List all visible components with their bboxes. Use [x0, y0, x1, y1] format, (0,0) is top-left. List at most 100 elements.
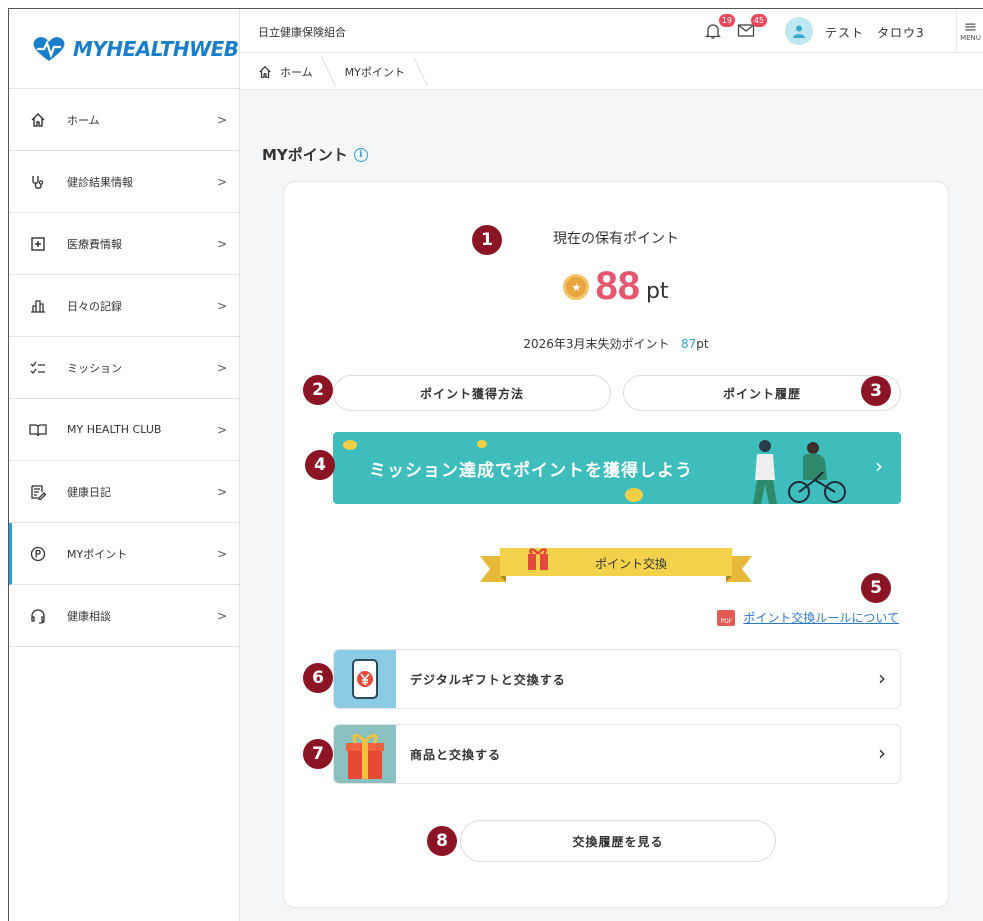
sidebar-item-health-diary[interactable]: 健康日記 > [9, 461, 239, 523]
chevron-right-icon: > [216, 484, 227, 499]
marker-8: 8 [427, 826, 457, 856]
chevron-right-icon: › [878, 666, 886, 690]
points-unit: pt [645, 279, 669, 304]
medical-plus-icon [29, 235, 47, 253]
exchange-rules-link[interactable]: PDF ポイント交換ルールについて [717, 609, 899, 626]
notification-badge: 19 [718, 14, 735, 27]
sidebar-item-label: MYポイント [67, 547, 128, 561]
heart-logo-icon [33, 36, 65, 61]
people-illustration-icon [753, 440, 846, 504]
sidebar-item-label: 健康日記 [67, 485, 111, 499]
sidebar-item-consultation[interactable]: 健康相談 > [9, 585, 239, 647]
logo-text: MYHEALTHWEB [73, 36, 239, 61]
points-value: 88 [595, 264, 640, 308]
sidebar-item-label: 日々の記録 [67, 299, 122, 313]
point-history-button[interactable]: ポイント履歴 [623, 375, 901, 411]
chevron-right-icon: > [216, 422, 227, 437]
coin-decoration-icon [477, 440, 487, 448]
exchange-history-label: 交換履歴を見る [572, 834, 664, 849]
expiry-points: 2026年3月末失効ポイント 87pt [284, 335, 948, 352]
diary-icon [29, 483, 47, 501]
bar-chart-icon [29, 297, 47, 315]
marker-6: 6 [303, 663, 333, 693]
product-exchange-label: 商品と交換する [410, 747, 502, 762]
sidebar-item-medical-cost[interactable]: 医療費情報 > [9, 213, 239, 275]
chevron-right-icon: > [216, 360, 227, 375]
sidebar-item-label: ホーム [67, 113, 100, 127]
sidebar-item-label: 医療費情報 [67, 237, 122, 251]
sidebar-item-daily-record[interactable]: 日々の記録 > [9, 275, 239, 337]
chevron-right-icon: › [875, 454, 883, 478]
exchange-ribbon: ポイント交換 [480, 542, 752, 586]
coin-decoration-icon [343, 440, 357, 450]
user-name[interactable]: テスト タロウ3 [825, 24, 925, 41]
digital-gift-label: デジタルギフトと交換する [410, 672, 566, 687]
app-frame: MYHEALTHWEB ホーム > 健診結果情報 > 医療費情報 > 日々の記録… [8, 8, 983, 921]
message-button[interactable]: 45 [737, 14, 767, 42]
sidebar: MYHEALTHWEB ホーム > 健診結果情報 > 医療費情報 > 日々の記録… [9, 9, 240, 921]
breadcrumb-current-label: MYポイント [344, 65, 405, 79]
sidebar-item-health-club[interactable]: MY HEALTH CLUB > [9, 399, 239, 461]
sidebar-item-mission[interactable]: ミッション > [9, 337, 239, 399]
product-exchange-card[interactable]: 商品と交換する › [333, 724, 901, 784]
marker-5: 5 [861, 573, 891, 603]
sidebar-item-my-point[interactable]: MYポイント > [9, 523, 239, 585]
point-history-label: ポイント履歴 [722, 386, 801, 401]
notification-button[interactable]: 19 [704, 14, 735, 42]
main-content: MYポイント i 1 現在の保有ポイント ★ 88 pt 2026年3月末失効ポ… [240, 90, 983, 921]
chevron-right-icon: > [216, 546, 227, 561]
sidebar-item-checkup[interactable]: 健診結果情報 > [9, 151, 239, 213]
chevron-right-icon: › [878, 741, 886, 765]
points-card: 1 現在の保有ポイント ★ 88 pt 2026年3月末失効ポイント 87pt … [283, 181, 949, 908]
checklist-icon [29, 359, 47, 377]
expiry-unit: pt [696, 337, 709, 351]
headset-icon [29, 607, 47, 625]
breadcrumb-current: MYポイント [335, 54, 427, 90]
chevron-right-icon: > [216, 608, 227, 623]
sidebar-item-label: MY HEALTH CLUB [67, 423, 162, 436]
page-title-text: MYポイント [262, 146, 348, 164]
home-icon [259, 65, 271, 78]
top-header: 日立健康保険組合 19 45 テスト タロウ3 ≡ MENU [240, 9, 983, 53]
sidebar-item-home[interactable]: ホーム > [9, 89, 239, 151]
hamburger-icon: ≡ [963, 17, 978, 36]
phone-yen-icon [334, 650, 396, 708]
org-name: 日立健康保険組合 [258, 26, 346, 39]
exchange-ribbon-label: ポイント交換 [594, 557, 667, 571]
avatar[interactable] [785, 17, 813, 45]
home-icon [29, 111, 47, 129]
menu-button[interactable]: ≡ MENU [956, 9, 983, 53]
earn-method-label: ポイント獲得方法 [419, 386, 524, 401]
bell-icon [704, 24, 722, 39]
current-points-label: 現在の保有ポイント [553, 231, 679, 247]
chevron-right-icon: > [216, 236, 227, 251]
points-display: ★ 88 pt [284, 264, 948, 308]
marker-3: 3 [861, 376, 891, 406]
logo[interactable]: MYHEALTHWEB [9, 9, 239, 89]
book-icon [29, 421, 47, 439]
sidebar-item-label: 健康相談 [67, 609, 111, 623]
exchange-history-button[interactable]: 交換履歴を見る [460, 820, 776, 862]
stethoscope-icon [29, 173, 47, 191]
coin-icon: ★ [563, 274, 590, 300]
exchange-rules-link-text[interactable]: ポイント交換ルールについて [743, 609, 899, 626]
page-title: MYポイント i [262, 144, 368, 165]
digital-gift-exchange-card[interactable]: デジタルギフトと交換する › [333, 649, 901, 709]
sidebar-item-label: 健診結果情報 [67, 175, 133, 189]
chevron-right-icon: > [216, 112, 227, 127]
earn-method-button[interactable]: ポイント獲得方法 [333, 375, 611, 411]
info-icon[interactable]: i [353, 147, 368, 162]
expiry-value: 87 [681, 337, 697, 351]
breadcrumb-home-label: ホーム [280, 65, 313, 79]
point-icon [29, 545, 47, 563]
marker-7: 7 [303, 739, 333, 769]
sidebar-item-label: ミッション [67, 361, 122, 375]
breadcrumb-home[interactable]: ホーム [258, 54, 335, 90]
mission-banner[interactable]: ミッション達成でポイントを獲得しよう › [333, 432, 901, 504]
message-badge: 45 [750, 14, 767, 27]
marker-1: 1 [472, 225, 502, 255]
gift-box-icon [334, 725, 396, 783]
menu-label: MENU [960, 34, 981, 42]
chevron-right-icon: > [216, 298, 227, 313]
banner-text: ミッション達成でポイントを獲得しよう [369, 461, 693, 481]
